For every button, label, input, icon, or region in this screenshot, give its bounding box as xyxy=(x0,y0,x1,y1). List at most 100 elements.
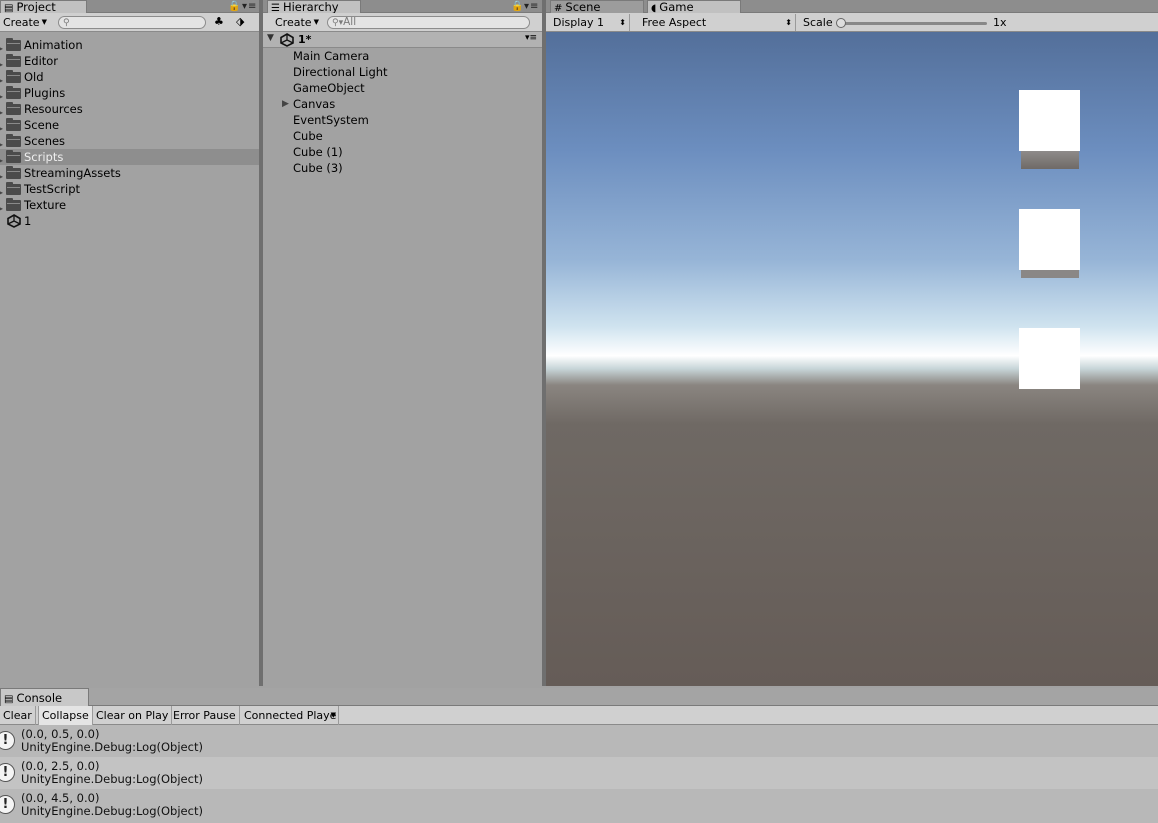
panel-menu-icon[interactable]: ▾≡ xyxy=(524,1,539,12)
project-item[interactable]: ▸ StreamingAssets xyxy=(0,165,259,181)
hierarchy-item[interactable]: GameObject xyxy=(263,80,542,96)
filter-by-label-icon[interactable]: ⬗ xyxy=(236,15,244,28)
chevron-down-icon: ▼ xyxy=(41,18,47,26)
tab-game-label: Game xyxy=(659,0,694,14)
cube-shadow xyxy=(1021,270,1079,278)
folder-icon xyxy=(6,86,21,99)
project-item-label: Scenes xyxy=(24,134,66,148)
console-panel: ▤ Console Clear Collapse Clear on Play Er… xyxy=(0,688,1158,823)
scale-slider-thumb[interactable] xyxy=(836,18,846,28)
lock-icon[interactable]: 🔒 xyxy=(511,1,524,12)
project-item[interactable]: ▸ Plugins xyxy=(0,85,259,101)
expand-arrow-icon[interactable]: ▶ xyxy=(282,96,289,112)
project-item-label: Editor xyxy=(24,54,59,68)
project-item-label: TestScript xyxy=(24,182,81,196)
panel-menu-icon[interactable]: ▾≡ xyxy=(242,1,257,12)
project-item[interactable]: ▸ Editor xyxy=(0,53,259,69)
scale-label-text: Scale xyxy=(803,16,833,29)
tab-game[interactable]: ◖ Game xyxy=(647,0,741,14)
tab-hierarchy[interactable]: ☰ Hierarchy xyxy=(267,0,361,14)
project-item[interactable]: ▸ Scenes xyxy=(0,133,259,149)
project-create-label: Create xyxy=(3,16,40,29)
scene-name: 1* xyxy=(298,33,312,46)
hierarchy-item-label: Directional Light xyxy=(293,65,388,79)
hierarchy-item[interactable]: Directional Light xyxy=(263,64,542,80)
hierarchy-create-button[interactable]: Create ▼ xyxy=(272,14,322,31)
folder-icon xyxy=(6,70,21,83)
console-log-entry[interactable]: ! (0.0, 0.5, 0.0) UnityEngine.Debug:Log(Ob… xyxy=(0,725,1158,757)
log-info-icon: ! xyxy=(0,795,15,814)
project-item[interactable]: 1 xyxy=(0,213,259,229)
hierarchy-item-label: Cube xyxy=(293,129,323,143)
error-pause-toggle[interactable]: Error Pause xyxy=(170,706,240,725)
clear-button[interactable]: Clear xyxy=(0,706,36,725)
log-stack-trace: UnityEngine.Debug:Log(Object) xyxy=(21,740,203,754)
console-log-entry[interactable]: ! (0.0, 4.5, 0.0) UnityEngine.Debug:Log(Ob… xyxy=(0,789,1158,821)
search-icon: ⚲ xyxy=(63,18,70,28)
lock-icon[interactable]: 🔒 xyxy=(228,1,241,12)
game-panel: # Scene ◖ Game Display 1 ⬍ Free Aspect ⬍ S… xyxy=(546,0,1158,32)
search-icon: ⚲▾ xyxy=(332,18,344,28)
scene-menu-icon[interactable]: ▾≡ xyxy=(525,33,537,43)
cube-shadow xyxy=(1021,151,1079,169)
project-item[interactable]: ▸ Texture xyxy=(0,197,259,213)
select-arrows-icon: ⬍ xyxy=(619,18,626,27)
clear-on-play-toggle[interactable]: Clear on Play xyxy=(93,706,173,725)
hierarchy-item[interactable]: ▶ Canvas xyxy=(263,96,542,112)
hierarchy-item[interactable]: Cube xyxy=(263,128,542,144)
folder-icon xyxy=(6,166,21,179)
hierarchy-item[interactable]: Cube (1) xyxy=(263,144,542,160)
project-item-label: Old xyxy=(24,70,44,84)
hierarchy-item-label: Main Camera xyxy=(293,49,370,63)
log-info-icon: ! xyxy=(0,763,15,782)
scale-slider[interactable] xyxy=(836,18,987,28)
hierarchy-search-input[interactable]: ⚲▾All xyxy=(327,16,530,29)
chevron-down-icon: ▼ xyxy=(313,18,319,26)
project-item-label: Animation xyxy=(24,38,83,52)
project-search-input[interactable]: ⚲ xyxy=(58,16,206,29)
project-toolbar: Create ▼ ⚲ ♣ ⬗ xyxy=(0,13,259,32)
project-item[interactable]: ▸ Scene xyxy=(0,117,259,133)
aspect-select[interactable]: Free Aspect ⬍ xyxy=(639,14,796,31)
project-item[interactable]: ▸ Animation xyxy=(0,37,259,53)
project-item-label: Scene xyxy=(24,118,60,132)
hierarchy-item[interactable]: EventSystem xyxy=(263,112,542,128)
folder-icon xyxy=(6,38,21,51)
tab-scene[interactable]: # Scene xyxy=(550,0,644,14)
project-create-button[interactable]: Create ▼ xyxy=(0,14,50,31)
display-select[interactable]: Display 1 ⬍ xyxy=(550,14,630,31)
unity-scene-icon xyxy=(7,214,21,228)
log-info-icon: ! xyxy=(0,731,15,750)
scale-value: 1x xyxy=(993,16,1007,29)
select-arrows-icon: ⬍ xyxy=(785,18,792,27)
console-toolbar: Clear Collapse Clear on Play Error Pause… xyxy=(0,706,1158,725)
folder-icon xyxy=(6,54,21,67)
filter-by-type-icon[interactable]: ♣ xyxy=(214,15,224,28)
hierarchy-item[interactable]: Cube (3) xyxy=(263,160,542,176)
folder-icon xyxy=(6,134,21,147)
hierarchy-item-label: GameObject xyxy=(293,81,365,95)
tab-scene-label: Scene xyxy=(565,0,601,14)
project-item[interactable]: ▸ TestScript xyxy=(0,181,259,197)
project-item[interactable]: ▸ Scripts xyxy=(0,149,259,165)
connected-player-dropdown[interactable]: Connected Playe ▼ xyxy=(241,706,339,725)
hierarchy-item[interactable]: Main Camera xyxy=(263,48,542,64)
cube xyxy=(1019,209,1080,270)
project-item-label: Plugins xyxy=(24,86,66,100)
project-item[interactable]: ▸ Resources xyxy=(0,101,259,117)
console-log-entry[interactable]: ! (0.0, 2.5, 0.0) UnityEngine.Debug:Log(Ob… xyxy=(0,757,1158,789)
tab-project[interactable]: ▤ Project xyxy=(0,0,87,14)
project-item-label: Texture xyxy=(24,198,67,212)
collapse-toggle[interactable]: Collapse xyxy=(38,706,93,725)
connected-player-label: Connected Playe xyxy=(244,709,337,722)
game-viewport[interactable] xyxy=(546,32,1158,686)
console-log-list: ! (0.0, 0.5, 0.0) UnityEngine.Debug:Log(Ob… xyxy=(0,725,1158,823)
scene-header[interactable]: ▼ 1* ▾≡ xyxy=(263,32,542,48)
cube xyxy=(1019,90,1080,151)
project-item-label: 1 xyxy=(24,214,32,228)
project-item-label: Resources xyxy=(24,102,83,116)
project-item-label: StreamingAssets xyxy=(24,166,121,180)
tab-console[interactable]: ▤ Console xyxy=(0,688,89,706)
scene-expand-icon[interactable]: ▼ xyxy=(267,33,274,43)
project-item[interactable]: ▸ Old xyxy=(0,69,259,85)
